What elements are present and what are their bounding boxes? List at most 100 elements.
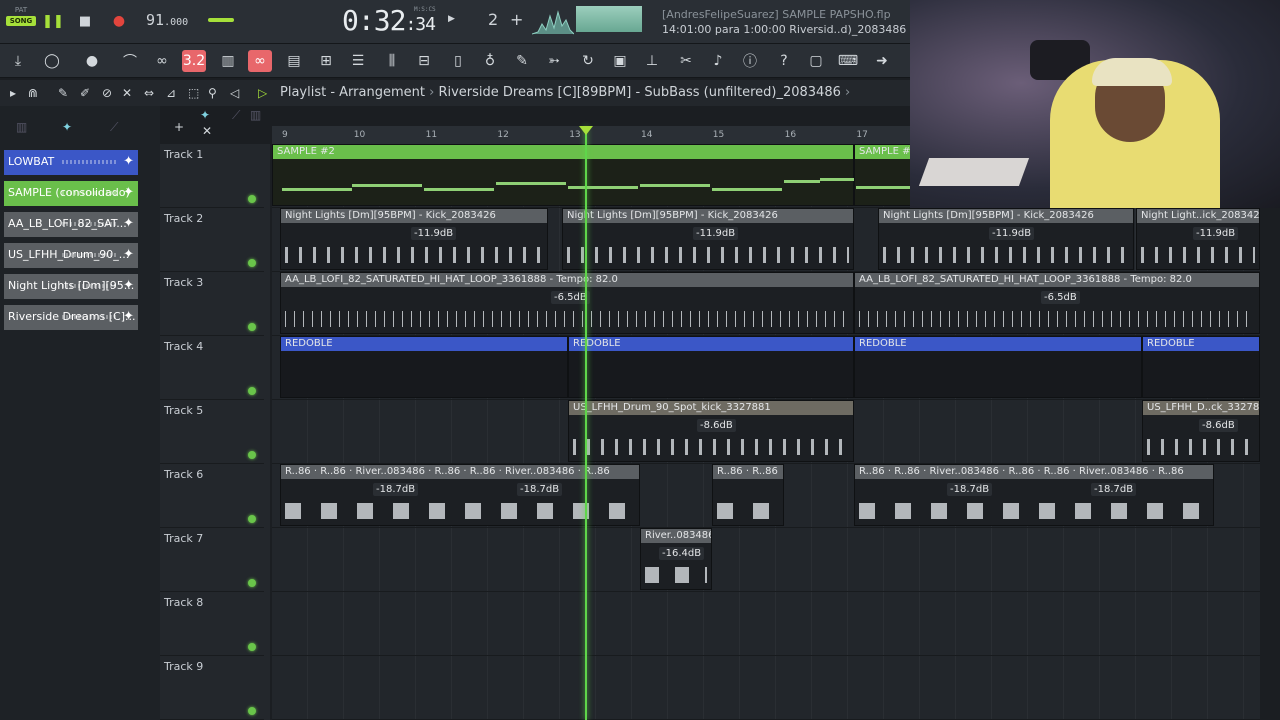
keyboard-icon[interactable]: ⌨ bbox=[836, 50, 860, 72]
blend-icon[interactable]: ▥ bbox=[216, 50, 240, 72]
step-edit-icon[interactable]: 3.2 bbox=[182, 50, 206, 72]
pat-song-switch[interactable]: PAT SONG bbox=[6, 6, 36, 26]
track-mute-led[interactable] bbox=[248, 387, 256, 395]
pick-icon[interactable]: ➳ bbox=[542, 50, 566, 72]
metronome-icon[interactable]: ◯ bbox=[40, 50, 64, 72]
picker-item[interactable]: US_LFHH_Drum_90_... ✦ bbox=[4, 243, 138, 268]
audio-clip-icon[interactable]: ✦ bbox=[123, 243, 134, 267]
current-pattern-name[interactable]: Riverside Dreams [C][89BPM] - SubBass (u… bbox=[438, 85, 840, 100]
track-header[interactable]: Track 4 bbox=[160, 336, 264, 400]
pat-label[interactable]: PAT bbox=[15, 6, 27, 14]
audio-clip-icon[interactable]: ✦ bbox=[200, 108, 210, 122]
play-arrow-icon[interactable]: ▶ bbox=[448, 14, 455, 24]
track-lane-6[interactable]: R..86 · R..86 · River..083486 · R..86 · … bbox=[272, 464, 1260, 528]
pause-icon[interactable]: ❚❚ bbox=[42, 10, 64, 32]
record-icon[interactable]: ● bbox=[108, 10, 130, 32]
clip-spot-kick-1[interactable]: US_LFHH_Drum_90_Spot_kick_3327881 -8.6dB bbox=[568, 400, 854, 462]
draw-tool-icon[interactable]: ✎ bbox=[58, 86, 68, 100]
add-track-icon[interactable]: + bbox=[174, 120, 184, 134]
track-mute-led[interactable] bbox=[248, 451, 256, 459]
picker-item[interactable]: Riverside Dreams [C]... ✦ bbox=[4, 305, 138, 330]
clip-redoble-4[interactable]: REDOBLE bbox=[1142, 336, 1260, 398]
track-mute-led[interactable] bbox=[248, 515, 256, 523]
magnet-icon[interactable]: ⋒ bbox=[28, 86, 38, 100]
track-header[interactable]: Track 1 bbox=[160, 144, 264, 208]
grid-icon[interactable]: ▥ bbox=[250, 108, 261, 122]
download-icon[interactable]: ⤓ bbox=[6, 50, 30, 72]
clip-sample-2[interactable]: SAMPLE #2 bbox=[272, 144, 854, 206]
arrangement-lanes[interactable]: SAMPLE #2 SAMPLE # Night Lights [Dm][95B… bbox=[272, 144, 1260, 720]
clip-kick-1[interactable]: Night Lights [Dm][95BPM] - Kick_2083426 … bbox=[280, 208, 548, 270]
playhead-marker-icon[interactable] bbox=[579, 126, 593, 135]
audio-clip-icon[interactable]: ✦ bbox=[123, 212, 134, 236]
picker-item[interactable]: LOWBAT ✦ bbox=[4, 150, 138, 175]
info-icon[interactable]: ⓘ bbox=[738, 50, 762, 72]
tempo-display[interactable]: 91.000 bbox=[146, 11, 188, 29]
audio-clip-icon[interactable]: ✦ bbox=[123, 274, 134, 298]
picker-item[interactable]: AA_LB_LOFI_82_SAT... ✦ bbox=[4, 212, 138, 237]
file-icon[interactable]: ▯ bbox=[446, 50, 470, 72]
track-lane-3[interactable]: AA_LB_LOFI_82_SATURATED_HI_HAT_LOOP_3361… bbox=[272, 272, 1260, 336]
track-lane-9[interactable] bbox=[272, 656, 1260, 720]
playback-tool-icon[interactable]: ◁ bbox=[230, 86, 239, 100]
clip-hihat-1[interactable]: AA_LB_LOFI_82_SATURATED_HI_HAT_LOOP_3361… bbox=[280, 272, 854, 334]
paint-tool-icon[interactable]: ✐ bbox=[80, 86, 90, 100]
curve-icon[interactable]: ⌒ bbox=[118, 50, 142, 72]
audio-clip-icon[interactable]: ✦ bbox=[123, 305, 134, 329]
track-mute-led[interactable] bbox=[248, 643, 256, 651]
loop-record-icon[interactable]: ∞ bbox=[150, 50, 174, 72]
track-lane-2[interactable]: Night Lights [Dm][95BPM] - Kick_2083426 … bbox=[272, 208, 1260, 272]
track-header[interactable]: Track 5 bbox=[160, 400, 264, 464]
mic-icon[interactable]: ♪ bbox=[706, 50, 730, 72]
track-mute-led[interactable] bbox=[248, 579, 256, 587]
song-label[interactable]: SONG bbox=[6, 16, 36, 26]
track-lane-7[interactable]: River..083486 -16.4dB bbox=[272, 528, 1260, 592]
track-lane-5[interactable]: US_LFHH_Drum_90_Spot_kick_3327881 -8.6dB… bbox=[272, 400, 1260, 464]
track-header[interactable]: Track 9 bbox=[160, 656, 264, 720]
clip-spot-kick-2[interactable]: US_LFHH_D..ck_3327881 -8.6dB bbox=[1142, 400, 1260, 462]
arrow-right-icon[interactable]: ▸ bbox=[10, 86, 16, 100]
zoom-tool-icon[interactable]: ⚲ bbox=[208, 86, 217, 100]
track-lane-8[interactable] bbox=[272, 592, 1260, 656]
clip-kick-3[interactable]: Night Lights [Dm][95BPM] - Kick_2083426 … bbox=[878, 208, 1134, 270]
track-mute-led[interactable] bbox=[248, 707, 256, 715]
refresh-icon[interactable]: ↻ bbox=[576, 50, 600, 72]
picker-item[interactable]: SAMPLE (consolidado) ✦ bbox=[4, 181, 138, 206]
select-tool-icon[interactable]: ⬚ bbox=[188, 86, 199, 100]
help-icon[interactable]: ? bbox=[772, 50, 796, 72]
pen-icon[interactable]: ✎ bbox=[510, 50, 534, 72]
stop-icon[interactable]: ■ bbox=[74, 10, 96, 32]
clip-hihat-2[interactable]: AA_LB_LOFI_82_SATURATED_HI_HAT_LOOP_3361… bbox=[854, 272, 1260, 334]
snap-step-value[interactable]: 2 bbox=[488, 10, 498, 29]
track-header[interactable]: Track 2 bbox=[160, 208, 264, 272]
clip-riverside-selected[interactable]: River..083486 -16.4dB bbox=[640, 528, 712, 590]
playlist-icon[interactable]: ▤ bbox=[282, 50, 306, 72]
time-display[interactable]: 0:32:34 M:S:CS bbox=[342, 4, 436, 37]
master-volume-slider[interactable] bbox=[208, 18, 234, 22]
clip-redoble-1[interactable]: REDOBLE bbox=[280, 336, 568, 398]
add-icon[interactable]: + bbox=[510, 10, 523, 29]
mixer-icon[interactable]: ⫼ bbox=[380, 50, 404, 72]
browser-icon[interactable]: ⊟ bbox=[412, 50, 436, 72]
mute-tool-icon[interactable]: ✕ bbox=[122, 86, 132, 100]
piano-icon[interactable]: ▥ bbox=[16, 120, 27, 134]
track-mute-led[interactable] bbox=[248, 195, 256, 203]
audio-clip-icon[interactable]: ✦ bbox=[123, 181, 134, 205]
loop-icon[interactable]: ∞ bbox=[248, 50, 272, 72]
playhead[interactable] bbox=[585, 126, 587, 720]
tempo-value[interactable]: 91 bbox=[146, 11, 164, 29]
track-header[interactable]: Track 7 bbox=[160, 528, 264, 592]
track-header[interactable]: Track 8 bbox=[160, 592, 264, 656]
clip-kick-4[interactable]: Night Light..ick_2083426 -11.9dB bbox=[1136, 208, 1260, 270]
knob-icon[interactable]: ● bbox=[80, 50, 104, 72]
render-icon[interactable]: ⊥ bbox=[640, 50, 664, 72]
clip-kick-2[interactable]: Night Lights [Dm][95BPM] - Kick_2083426 … bbox=[562, 208, 854, 270]
picker-item[interactable]: Night Lights [Dm][95... ✦ bbox=[4, 274, 138, 299]
slip-tool-icon[interactable]: ⇔ bbox=[144, 86, 154, 100]
clip-riverside-group-3[interactable]: R..86 · R..86 · River..083486 · R..86 · … bbox=[854, 464, 1214, 526]
audio-clip-icon[interactable]: ✦ bbox=[123, 150, 134, 174]
clip-riverside-group-2[interactable]: R..86 · R..86 bbox=[712, 464, 784, 526]
track-mute-led[interactable] bbox=[248, 323, 256, 331]
automation-icon[interactable]: ⟋ bbox=[110, 120, 118, 135]
window-icon[interactable]: ▢ bbox=[804, 50, 828, 72]
